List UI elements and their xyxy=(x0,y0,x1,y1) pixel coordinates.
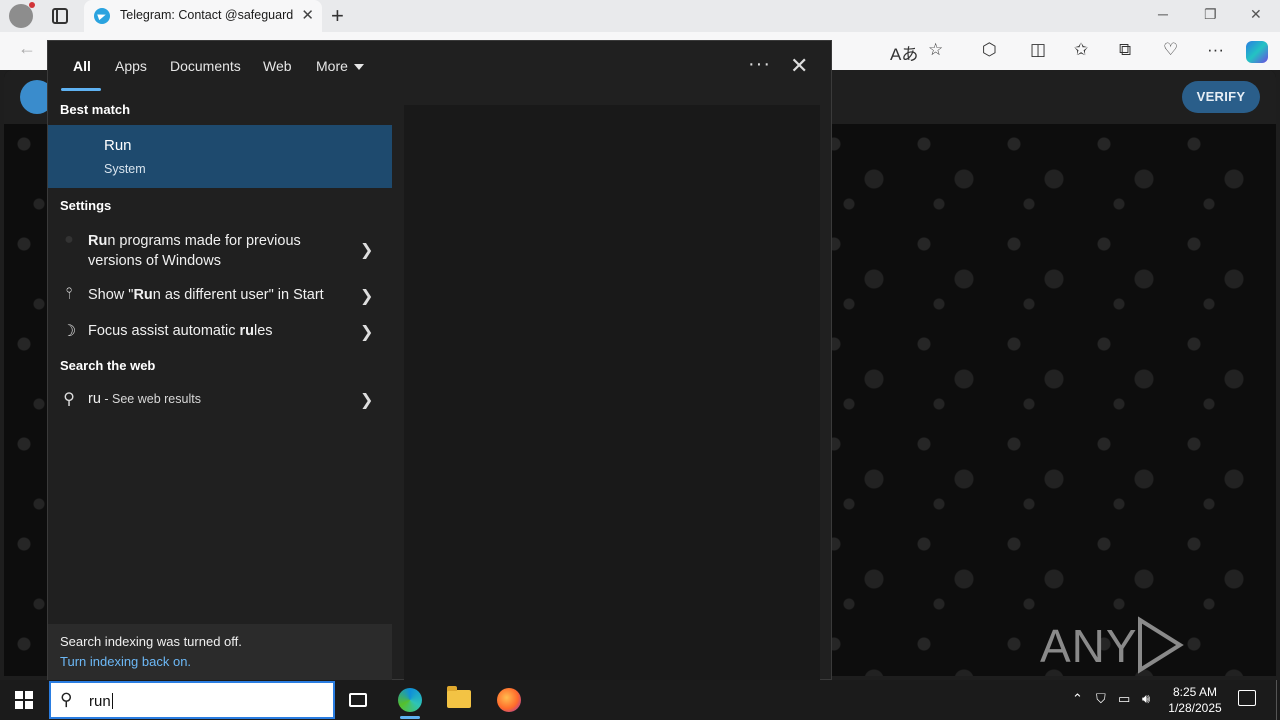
chevron-right-icon: ❯ xyxy=(360,392,374,409)
favorites-icon[interactable]: ✩ xyxy=(1074,40,1088,60)
active-app-indicator xyxy=(400,716,420,719)
search-icon: ⚲ xyxy=(63,391,75,408)
svg-text:ANY: ANY xyxy=(1040,620,1138,672)
result-preview-pane xyxy=(404,105,820,681)
web-search-label: ru - See web results xyxy=(88,389,343,409)
windows-start-icon[interactable] xyxy=(15,691,33,709)
tab-web[interactable]: Web xyxy=(263,58,292,74)
search-query-text: run xyxy=(89,693,111,710)
best-match-heading: Best match xyxy=(60,102,131,117)
search-filter-tabs: All Apps Documents Web More ··· ✕ xyxy=(48,41,831,93)
settings-item-run-as[interactable]: ⫯ Show "Run as different user" in Start … xyxy=(48,285,392,313)
show-desktop-button[interactable] xyxy=(1276,680,1277,720)
toggle-settings-icon: ⫯ xyxy=(65,285,73,302)
tab-close-button[interactable]: ✕ xyxy=(301,6,314,24)
web-query: ru xyxy=(88,391,101,407)
tab-all[interactable]: All xyxy=(73,58,91,74)
best-match-title: Run xyxy=(104,137,132,154)
taskbar: ⚲ run ⌃ ⛉ ▭ 🔊︎ 8:25 AM 1/28/2025 xyxy=(0,680,1280,720)
settings-item-focus-assist[interactable]: ☽ Focus assist automatic rules ❯ xyxy=(48,321,392,349)
browser-tab[interactable]: Telegram: Contact @safeguard ✕ xyxy=(84,0,322,32)
tab-actions-icon[interactable] xyxy=(52,8,68,24)
extensions-icon[interactable]: ⬡ xyxy=(982,40,997,60)
task-view-icon[interactable] xyxy=(349,693,367,707)
show-hidden-icons-icon[interactable]: ⌃ xyxy=(1072,691,1083,707)
chevron-right-icon: ❯ xyxy=(360,324,374,341)
settings-heading: Settings xyxy=(60,198,112,213)
firefox-icon[interactable] xyxy=(497,688,521,712)
chevron-right-icon: ❯ xyxy=(360,288,374,305)
file-explorer-icon[interactable] xyxy=(447,686,471,708)
tab-title: Telegram: Contact @safeguard xyxy=(120,8,294,22)
best-match-subtitle: System xyxy=(104,162,146,176)
new-tab-button[interactable]: + xyxy=(331,3,344,29)
taskbar-clock[interactable]: 8:25 AM 1/28/2025 xyxy=(1160,684,1230,716)
browser-tabbar: Telegram: Contact @safeguard ✕ + ─ ❐ ✕ xyxy=(0,0,1280,32)
windows-search-panel: All Apps Documents Web More ··· ✕ Best m… xyxy=(47,40,832,681)
notifications-icon[interactable] xyxy=(1238,690,1256,706)
active-tab-indicator xyxy=(61,88,101,91)
security-icon[interactable]: ⛉ xyxy=(1096,691,1106,707)
settings-item-label: Show "Run as different user" in Start xyxy=(88,287,324,303)
close-search-button[interactable]: ✕ xyxy=(790,53,808,79)
window-close-icon[interactable]: ✕ xyxy=(1250,6,1262,23)
settings-item-label: Run programs made for previous versions … xyxy=(88,233,301,269)
search-results-list: Best match Run System Settings ● Run pro… xyxy=(48,93,392,681)
edge-browser-icon[interactable] xyxy=(398,688,422,712)
settings-item-label: Focus assist automatic rules xyxy=(88,323,273,339)
restore-icon[interactable]: ❐ xyxy=(1204,6,1217,23)
settings-more-icon[interactable]: ··· xyxy=(1207,40,1224,60)
web-results-suffix: - See web results xyxy=(100,392,201,406)
chevron-down-icon xyxy=(353,64,364,71)
tab-documents[interactable]: Documents xyxy=(170,58,241,74)
search-web-heading: Search the web xyxy=(60,358,156,373)
best-match-run[interactable]: Run System xyxy=(48,125,392,188)
turn-indexing-on-link[interactable]: Turn indexing back on. xyxy=(60,654,191,669)
volume-icon[interactable]: 🔊︎ xyxy=(1142,691,1150,707)
back-icon[interactable]: ← xyxy=(18,38,36,59)
web-search-item[interactable]: ⚲ ru - See web results ❯ xyxy=(48,389,392,417)
tab-more-label: More xyxy=(316,58,348,74)
tab-more[interactable]: More xyxy=(316,58,364,74)
indexing-notice-text: Search indexing was turned off. xyxy=(60,634,242,649)
performance-icon[interactable]: ♡ xyxy=(1163,40,1178,60)
telegram-favicon-icon xyxy=(94,8,110,24)
compatibility-icon: ● xyxy=(64,231,74,248)
tab-apps[interactable]: Apps xyxy=(115,58,147,74)
indexing-notice: Search indexing was turned off. Turn ind… xyxy=(48,624,392,681)
more-options-icon[interactable]: ··· xyxy=(748,53,771,76)
verify-button[interactable]: VERIFY xyxy=(1182,81,1260,113)
clock-date: 1/28/2025 xyxy=(1168,701,1222,715)
search-icon: ⚲ xyxy=(60,690,73,709)
read-aloud-icon[interactable]: Aあ xyxy=(890,40,918,65)
profile-avatar-icon[interactable] xyxy=(9,2,35,28)
favorite-star-icon[interactable]: ☆ xyxy=(928,40,943,60)
chevron-right-icon: ❯ xyxy=(360,242,374,259)
minimize-icon[interactable]: ─ xyxy=(1158,6,1168,22)
taskbar-search-input[interactable]: ⚲ run xyxy=(49,681,335,719)
collections-icon[interactable]: ⧉ xyxy=(1119,40,1131,60)
copilot-icon[interactable] xyxy=(1246,41,1268,63)
network-icon[interactable]: ▭ xyxy=(1118,691,1130,707)
clock-time: 8:25 AM xyxy=(1172,685,1218,699)
split-screen-icon[interactable]: ◫ xyxy=(1030,40,1046,60)
anyrun-watermark: ANY xyxy=(1040,610,1240,676)
settings-item-compat[interactable]: ● Run programs made for previous version… xyxy=(48,229,392,273)
moon-icon: ☽ xyxy=(61,323,77,340)
